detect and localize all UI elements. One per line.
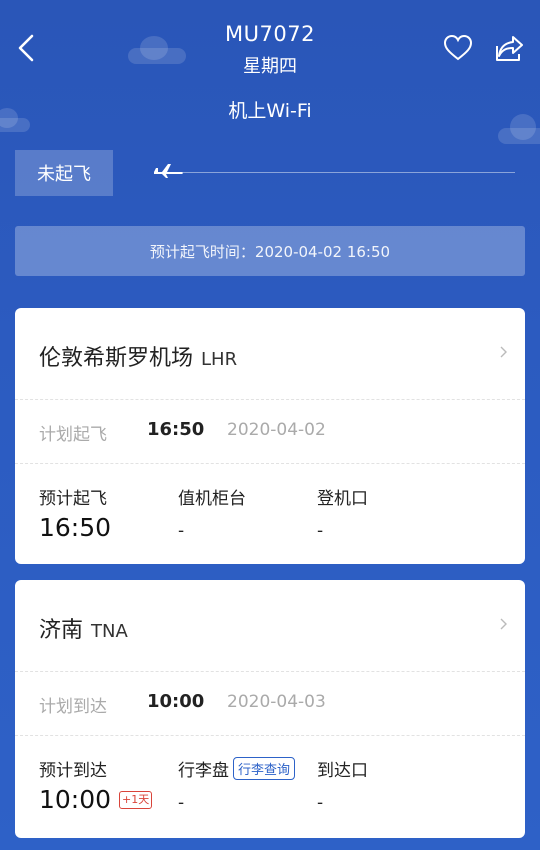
arrival-airport-name: 济南 [39, 618, 84, 643]
arrival-card: 济南 TNA 计划到达 10:00 2020-04-03 预计到达 10:00 +… [15, 580, 525, 838]
est-departure-label: 预计起飞 [39, 489, 107, 509]
est-departure-time: 16:50 [39, 513, 112, 542]
arrival-airport: 济南 TNA [39, 612, 128, 644]
airplane-icon [154, 164, 183, 178]
plus-day-badge: +1天 [119, 790, 153, 809]
baggage-label-row: 行李盘 行李查询 [178, 756, 296, 781]
est-arrival-col: 预计到达 10:00 +1天 [39, 756, 153, 814]
departure-schedule-row: 计划起飞 16:50 2020-04-02 [15, 400, 525, 464]
favorite-button[interactable] [440, 30, 476, 66]
baggage-carousel-label: 行李盘 [178, 761, 229, 781]
est-arrival-time: 10:00 [39, 785, 112, 814]
heart-icon [443, 34, 473, 61]
est-arrival-label: 预计到达 [39, 761, 107, 781]
sched-departure-time: 16:50 [147, 419, 205, 440]
arrival-exit-label: 到达口 [317, 761, 368, 781]
share-button[interactable] [492, 30, 528, 66]
arrival-airport-code: TNA [91, 621, 128, 642]
flight-header: MU7072 星期四 机上Wi-Fi [0, 0, 540, 140]
gate-label: 登机口 [317, 489, 368, 509]
arrival-info-row: 预计到达 10:00 +1天 行李盘 行李查询 - 到达口 - [15, 736, 525, 836]
baggage-carousel-value: - [178, 793, 185, 813]
departure-airport-row[interactable]: 伦敦希斯罗机场 LHR [15, 308, 525, 400]
sched-arrival-time: 10:00 [147, 691, 205, 712]
departure-airport-name: 伦敦希斯罗机场 [39, 346, 194, 371]
chevron-right-icon [500, 618, 507, 630]
est-departure-col: 预计起飞 16:50 [39, 484, 111, 542]
sched-arrival-date: 2020-04-03 [227, 692, 326, 712]
flight-progress-track [180, 172, 515, 173]
flight-status-badge: 未起飞 [15, 150, 113, 196]
wifi-link[interactable]: 机上Wi-Fi [0, 96, 540, 123]
baggage-col: 行李盘 行李查询 - [178, 756, 296, 813]
departure-card: 伦敦希斯罗机场 LHR 计划起飞 16:50 2020-04-02 预计起飞 16… [15, 308, 525, 564]
departure-airport-code: LHR [201, 349, 238, 370]
arrival-exit-col: 到达口 - [317, 756, 368, 813]
chevron-right-icon [500, 346, 507, 358]
departure-airport: 伦敦希斯罗机场 LHR [39, 340, 237, 372]
departure-info-row: 预计起飞 16:50 值机柜台 - 登机口 - [15, 464, 525, 564]
gate-value: - [317, 521, 324, 541]
baggage-query-button[interactable]: 行李查询 [233, 757, 296, 780]
est-arrival-time-row: 10:00 +1天 [39, 785, 153, 814]
checkin-counter-col: 值机柜台 - [178, 484, 246, 541]
sched-arrival-label: 计划到达 [39, 697, 107, 717]
arrival-schedule-row: 计划到达 10:00 2020-04-03 [15, 672, 525, 736]
arrival-airport-row[interactable]: 济南 TNA [15, 580, 525, 672]
gate-col: 登机口 - [317, 484, 368, 541]
checkin-counter-value: - [178, 521, 185, 541]
sched-departure-date: 2020-04-02 [227, 420, 326, 440]
checkin-counter-label: 值机柜台 [178, 489, 246, 509]
sched-departure-label: 计划起飞 [39, 425, 107, 445]
share-icon [496, 36, 523, 61]
arrival-exit-value: - [317, 793, 324, 813]
estimated-departure-bar: 预计起飞时间：2020-04-02 16:50 [15, 226, 525, 276]
